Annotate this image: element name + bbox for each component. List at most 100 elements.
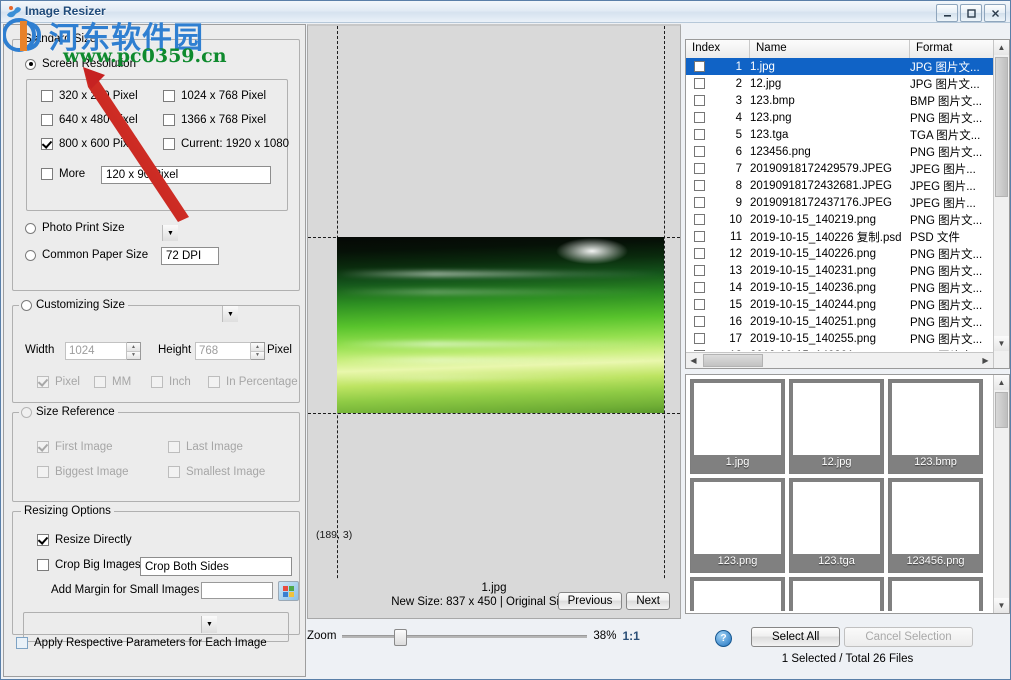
column-header-index[interactable]: Index — [686, 40, 750, 58]
table-row[interactable]: 820190918172432681.JPEGJPEG 图片... — [686, 177, 993, 194]
file-list[interactable]: Index Name Format 11.jpgJPG 图片文...212.jp… — [685, 39, 1010, 369]
width-input[interactable]: 1024 — [65, 342, 127, 360]
table-row[interactable]: 6123456.pngPNG 图片文... — [686, 143, 993, 160]
more-size-combo[interactable]: 120 x 90 Pixel ▼ — [101, 166, 271, 184]
preview-area[interactable]: (189, 3) 1.jpg New Size: 837 x 450 | Ori… — [307, 24, 681, 619]
res-option-640x480[interactable]: 640 x 480 Pixel — [41, 114, 138, 126]
table-row[interactable]: 5123.tgaTGA 图片文... — [686, 126, 993, 143]
row-checkbox[interactable] — [686, 180, 712, 191]
dpi-combo[interactable]: 72 DPI ▼ — [161, 247, 219, 265]
unit-option-mm[interactable]: MM — [94, 376, 131, 388]
scroll-right-icon[interactable]: ▶ — [978, 353, 993, 368]
apply-respective-option[interactable]: Apply Respective Parameters for Each Ima… — [16, 637, 267, 649]
previous-button[interactable]: Previous — [558, 592, 623, 610]
table-row[interactable]: 182019-10-15_140301.pngPNG 图片文... — [686, 347, 993, 351]
add-margin-input[interactable] — [201, 582, 273, 599]
thumbnail-item[interactable]: 123456.png — [888, 478, 983, 573]
crop-big-images-option[interactable]: Crop Big Images — [37, 559, 141, 571]
row-checkbox[interactable] — [686, 61, 712, 72]
select-all-button[interactable]: Select All — [751, 627, 840, 647]
size-ref-biggest-image[interactable]: Biggest Image — [37, 466, 129, 478]
row-checkbox[interactable] — [686, 231, 712, 242]
h-scrollbar-thumb[interactable] — [703, 354, 763, 367]
row-checkbox[interactable] — [686, 248, 712, 259]
thumbnail-item[interactable]: 12.jpg — [789, 379, 884, 474]
height-spin-buttons[interactable]: ▲▼ — [251, 342, 265, 360]
size-ref-smallest-image[interactable]: Smallest Image — [168, 466, 265, 478]
thumbnail-item[interactable]: 1.jpg — [690, 379, 785, 474]
row-checkbox[interactable] — [686, 112, 712, 123]
table-row[interactable]: 720190918172429579.JPEGJPEG 图片... — [686, 160, 993, 177]
table-row[interactable]: 162019-10-15_140251.pngPNG 图片文... — [686, 313, 993, 330]
thumbnail-item[interactable] — [789, 577, 884, 611]
row-checkbox[interactable] — [686, 163, 712, 174]
scrollbar-thumb[interactable] — [995, 57, 1008, 197]
size-ref-first-image[interactable]: First Image — [37, 441, 113, 453]
crop-mode-combo[interactable]: Crop Both Sides ▼ — [140, 557, 292, 576]
size-ref-last-image[interactable]: Last Image — [168, 441, 243, 453]
column-header-name[interactable]: Name — [750, 40, 910, 58]
thumbnail-scrollbar-vertical[interactable]: ▲ ▼ — [993, 375, 1009, 613]
table-row[interactable]: 11.jpgJPG 图片文... — [686, 58, 993, 75]
table-row[interactable]: 132019-10-15_140231.pngPNG 图片文... — [686, 262, 993, 279]
more-option[interactable]: More — [41, 168, 85, 180]
customizing-size-title[interactable]: Customizing Size — [19, 299, 128, 311]
scroll-up-icon[interactable]: ▲ — [994, 40, 1009, 55]
thumbnail-item[interactable] — [888, 577, 983, 611]
photo-print-radio[interactable]: Photo Print Size — [25, 222, 124, 234]
table-row[interactable]: 112019-10-15_140226 复制.psdPSD 文件 — [686, 228, 993, 245]
scrollbar-thumb[interactable] — [995, 392, 1008, 428]
thumbnail-item[interactable]: 123.tga — [789, 478, 884, 573]
file-list-scrollbar-vertical[interactable]: ▲ ▼ — [993, 40, 1009, 368]
chevron-down-icon[interactable]: ▼ — [162, 225, 178, 241]
file-list-body[interactable]: 11.jpgJPG 图片文...212.jpgJPG 图片文...3123.bm… — [686, 58, 993, 351]
close-button[interactable] — [984, 4, 1006, 22]
table-row[interactable]: 4123.pngPNG 图片文... — [686, 109, 993, 126]
res-option-1024x768[interactable]: 1024 x 768 Pixel — [163, 90, 266, 102]
thumbnail-pane[interactable]: 1.jpg12.jpg123.bmp123.png123.tga123456.p… — [685, 374, 1010, 614]
height-stepper[interactable]: 768 ▲▼ — [195, 342, 265, 360]
row-checkbox[interactable] — [686, 78, 712, 89]
common-paper-radio[interactable]: Common Paper Size — [25, 249, 148, 261]
scroll-down-icon[interactable]: ▼ — [994, 336, 1009, 351]
table-row[interactable]: 3123.bmpBMP 图片文... — [686, 92, 993, 109]
size-reference-title[interactable]: Size Reference — [19, 406, 118, 418]
row-checkbox[interactable] — [686, 316, 712, 327]
maximize-button[interactable] — [960, 4, 982, 22]
width-stepper[interactable]: 1024 ▲▼ — [65, 342, 141, 360]
zoom-slider-handle[interactable] — [394, 629, 407, 646]
zoom-slider[interactable] — [342, 629, 587, 643]
res-option-320x240[interactable]: 320 x 240 Pixel — [41, 90, 138, 102]
res-option-800x600[interactable]: 800 x 600 Pixel — [41, 138, 138, 150]
row-checkbox[interactable] — [686, 282, 712, 293]
row-checkbox[interactable] — [686, 333, 712, 344]
table-row[interactable]: 102019-10-15_140219.pngPNG 图片文... — [686, 211, 993, 228]
resize-directly-option[interactable]: Resize Directly — [37, 534, 132, 546]
table-row[interactable]: 152019-10-15_140244.pngPNG 图片文... — [686, 296, 993, 313]
row-checkbox[interactable] — [686, 214, 712, 225]
table-row[interactable]: 122019-10-15_140226.pngPNG 图片文... — [686, 245, 993, 262]
row-checkbox[interactable] — [686, 95, 712, 106]
file-list-scrollbar-horizontal[interactable]: ◀ ▶ — [686, 352, 993, 368]
row-checkbox[interactable] — [686, 299, 712, 310]
help-icon[interactable]: ? — [715, 630, 732, 647]
minimize-button[interactable] — [936, 4, 958, 22]
res-option-current[interactable]: Current: 1920 x 1080 — [163, 138, 289, 150]
table-row[interactable]: 142019-10-15_140236.pngPNG 图片文... — [686, 279, 993, 296]
table-row[interactable]: 212.jpgJPG 图片文... — [686, 75, 993, 92]
unit-option-pixel[interactable]: Pixel — [37, 376, 80, 388]
color-picker-icon[interactable] — [278, 581, 299, 601]
preview-image[interactable] — [337, 237, 664, 413]
thumbnail-item[interactable]: 123.bmp — [888, 379, 983, 474]
row-checkbox[interactable] — [686, 129, 712, 140]
scroll-up-icon[interactable]: ▲ — [994, 375, 1009, 390]
next-button[interactable]: Next — [626, 592, 670, 610]
res-option-1366x768[interactable]: 1366 x 768 Pixel — [163, 114, 266, 126]
width-spin-buttons[interactable]: ▲▼ — [127, 342, 141, 360]
screen-resolution-radio[interactable]: Screen Resolution — [25, 58, 136, 70]
height-input[interactable]: 768 — [195, 342, 251, 360]
row-checkbox[interactable] — [686, 265, 712, 276]
unit-option-percentage[interactable]: In Percentage — [208, 376, 298, 388]
row-checkbox[interactable] — [686, 350, 712, 351]
cancel-selection-button[interactable]: Cancel Selection — [844, 627, 972, 647]
